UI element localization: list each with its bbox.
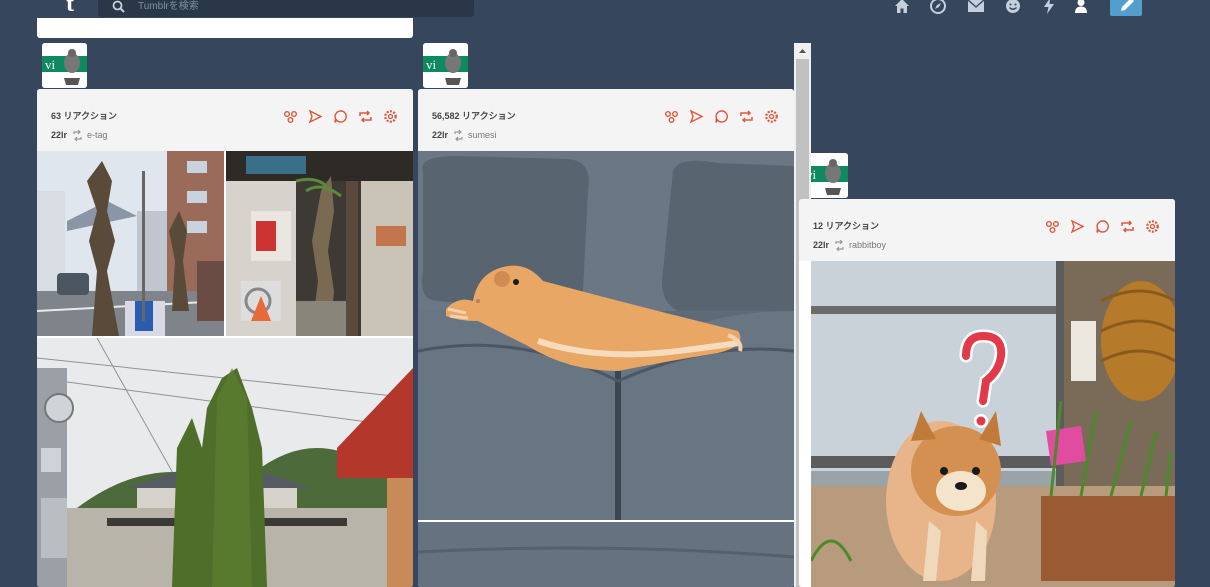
post-header: 63 リアクション 22lr e-tag [37, 89, 413, 151]
home-icon[interactable] [893, 0, 913, 17]
photo-street-trees[interactable] [37, 151, 224, 336]
settings-gear-icon[interactable] [1145, 219, 1160, 234]
reply-icon[interactable] [1095, 219, 1110, 234]
mail-icon[interactable] [967, 0, 987, 17]
explore-icon[interactable] [929, 0, 949, 17]
tumblr-logo[interactable]: t [66, 0, 84, 16]
photo-cypress-trees-house[interactable] [37, 338, 413, 587]
account-icon[interactable] [1072, 0, 1092, 17]
share-icon[interactable] [283, 109, 298, 124]
avatar[interactable]: vi [423, 43, 468, 88]
reply-icon[interactable] [333, 109, 348, 124]
svg-text:vi: vi [426, 57, 437, 72]
lightning-icon[interactable] [1040, 0, 1060, 17]
post-card: 12 リアクション 22lr rabbitboy [799, 199, 1175, 587]
reply-icon[interactable] [714, 109, 729, 124]
notes-count[interactable]: 63 リアクション [51, 109, 117, 122]
search-box[interactable] [98, 0, 474, 17]
reblog-icon[interactable] [739, 109, 754, 124]
post-card: 63 リアクション 22lr e-tag [37, 89, 413, 587]
source-blog-name[interactable]: e-tag [87, 130, 108, 140]
share-icon[interactable] [1045, 219, 1060, 234]
settings-gear-icon[interactable] [383, 109, 398, 124]
avatar[interactable]: vi [42, 43, 87, 88]
share-icon[interactable] [664, 109, 679, 124]
photo-hamster-on-sofa[interactable] [418, 151, 794, 520]
reblog-small-icon [454, 130, 463, 141]
photo-sofa-second[interactable] [418, 522, 794, 587]
reblog-small-icon [73, 130, 82, 141]
reblog-icon[interactable] [1120, 219, 1135, 234]
previous-post-bottom [37, 18, 413, 38]
reblogger-name[interactable]: 22lr [432, 130, 448, 140]
send-icon[interactable] [308, 109, 323, 124]
settings-gear-icon[interactable] [764, 109, 779, 124]
scroll-up-button[interactable] [794, 43, 811, 59]
compose-pencil-icon [1121, 0, 1134, 11]
send-icon[interactable] [689, 109, 704, 124]
top-navigation-bar: t [0, 0, 1210, 18]
source-blog-name[interactable]: sumesi [468, 130, 497, 140]
post-header: 12 リアクション 22lr rabbitboy [799, 199, 1175, 261]
reblog-icon[interactable] [358, 109, 373, 124]
compose-button[interactable] [1110, 0, 1142, 16]
reblogger-name[interactable]: 22lr [813, 240, 829, 250]
search-icon [112, 0, 125, 13]
photo-shop-front-tree[interactable] [226, 151, 413, 336]
send-icon[interactable] [1070, 219, 1085, 234]
svg-text:vi: vi [45, 57, 56, 72]
reblogger-name[interactable]: 22lr [51, 130, 67, 140]
post-card: 56,582 リアクション 22lr sumesi [418, 89, 794, 587]
notes-count[interactable]: 56,582 リアクション [432, 109, 516, 122]
search-input[interactable] [136, 0, 460, 14]
photo-shiba-dog-question-mark[interactable] [811, 261, 1175, 587]
activity-smiley-icon[interactable] [1004, 0, 1024, 17]
reblog-small-icon [835, 240, 844, 251]
notes-count[interactable]: 12 リアクション [813, 219, 879, 232]
source-blog-name[interactable]: rabbitboy [849, 240, 886, 250]
post-header: 56,582 リアクション 22lr sumesi [418, 89, 794, 151]
